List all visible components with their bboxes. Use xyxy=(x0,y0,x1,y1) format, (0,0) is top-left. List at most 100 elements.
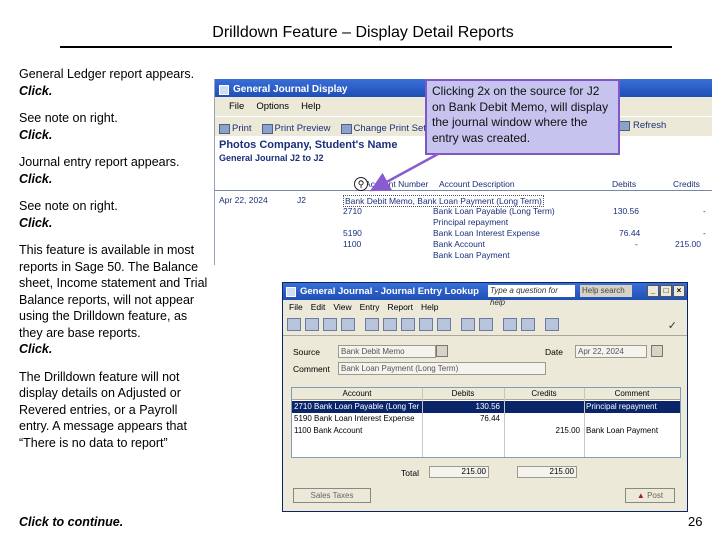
row-debit: - xyxy=(635,239,638,249)
list-icon[interactable] xyxy=(341,318,355,331)
note-1: General Ledger report appears. Click. xyxy=(19,66,209,99)
row-account-description: Bank Loan Interest Expense xyxy=(433,228,540,238)
journal-grid: Account Debits Credits Comment 2710 Bank… xyxy=(291,387,681,458)
grid-row[interactable]: 5190 Bank Loan Interest Expense 76.44 xyxy=(292,413,680,425)
grid-cell-debits: 130.56 xyxy=(475,402,500,411)
home-icon[interactable] xyxy=(287,318,301,331)
print-button[interactable]: Print xyxy=(219,121,252,136)
grid-cell-account: 5190 Bank Loan Interest Expense xyxy=(294,414,415,423)
journal-row: 5190 Bank Loan Interest Expense 76.44 - xyxy=(215,228,712,239)
grid-cell-credits: 215.00 xyxy=(555,426,580,435)
row-debit: 76.44 xyxy=(619,228,641,238)
gjl-titlebar: General Journal - Journal Entry Lookup T… xyxy=(283,283,687,307)
grid-cell-account: 1100 Bank Account xyxy=(294,426,363,435)
menu-edit[interactable]: Edit xyxy=(311,302,326,314)
row-account-description: Bank Loan Payable (Long Term) xyxy=(433,206,555,216)
note-icon[interactable] xyxy=(479,318,493,331)
maximize-icon[interactable]: □ xyxy=(660,285,672,297)
check-icon[interactable]: ✓ xyxy=(668,319,677,332)
instruction-notes: General Ledger report appears. Click. See… xyxy=(19,66,209,451)
menu-help[interactable]: Help xyxy=(421,302,438,314)
menu-entry[interactable]: Entry xyxy=(360,302,380,314)
print-preview-button[interactable]: Print Preview xyxy=(261,121,331,136)
note-2-click: Click. xyxy=(19,127,53,142)
source-label: Source xyxy=(293,347,320,357)
date-field[interactable]: Apr 22, 2024 xyxy=(575,345,647,358)
row-account-description: Principal repayment xyxy=(433,217,509,227)
source-lookup-icon[interactable] xyxy=(436,345,448,357)
header-debits: Debits xyxy=(612,179,637,189)
edit-icon[interactable] xyxy=(461,318,475,331)
minimize-icon[interactable]: _ xyxy=(647,285,659,297)
row-journal-number: J2 xyxy=(297,195,306,205)
reverse-icon[interactable] xyxy=(419,318,433,331)
note-6: The Drilldown feature will not display d… xyxy=(19,369,187,450)
journal-row: Bank Loan Payment xyxy=(215,250,712,261)
row-credit: - xyxy=(703,228,706,238)
menu-file[interactable]: File xyxy=(289,302,303,314)
note-2-text: See note on right. xyxy=(19,111,118,125)
journal-row: Apr 22, 2024 J2 Bank Debit Memo, Bank Lo… xyxy=(215,195,712,207)
previous-icon[interactable] xyxy=(503,318,517,331)
row-credit: - xyxy=(703,206,706,216)
close-icon[interactable]: × xyxy=(673,285,685,297)
row-debit: 130.56 xyxy=(613,206,639,216)
print-label: Print xyxy=(232,123,252,134)
post-label: Post xyxy=(647,491,664,500)
menu-report[interactable]: Report xyxy=(387,302,413,314)
preview-icon xyxy=(261,123,273,134)
menu-help[interactable]: Help xyxy=(301,101,321,116)
post-button[interactable]: ▲ Post xyxy=(625,488,675,503)
refresh-icon xyxy=(619,120,630,131)
grid-divider xyxy=(504,388,505,457)
report-company-name: Photos Company, Student's Name xyxy=(219,139,398,151)
menu-options[interactable]: Options xyxy=(256,101,289,116)
row-account-number: 2710 xyxy=(343,206,362,216)
click-to-continue[interactable]: Click to continue. xyxy=(19,515,123,529)
row-credit: 215.00 xyxy=(675,239,701,249)
header-account-number: Account Number xyxy=(365,179,429,189)
next-icon[interactable] xyxy=(521,318,535,331)
title-divider xyxy=(60,46,672,48)
gjl-toolbar xyxy=(283,314,687,336)
grid-row[interactable]: 2710 Bank Loan Payable (Long Ter 130.56 … xyxy=(292,401,680,413)
grid-header-comment: Comment xyxy=(614,389,650,398)
grid-cell-debits: 76.44 xyxy=(479,414,500,423)
menu-view[interactable]: View xyxy=(333,302,351,314)
refresh-icon[interactable] xyxy=(545,318,559,331)
journal-row: 1100 Bank Account - 215.00 xyxy=(215,239,712,250)
total-credits: 215.00 xyxy=(517,466,577,478)
grid-cell-comment: Principal repayment xyxy=(586,402,657,411)
report-header-row: Account Number Account Description Debit… xyxy=(215,178,712,191)
comment-field[interactable]: Bank Loan Payment (Long Term) xyxy=(338,362,546,375)
grid-row[interactable]: 1100 Bank Account 215.00 Bank Loan Payme… xyxy=(292,425,680,437)
total-debits: 215.00 xyxy=(429,466,489,478)
calculator-icon[interactable] xyxy=(305,318,319,331)
grid-header-account: Account xyxy=(342,389,372,398)
help-question-input[interactable]: Type a question for help xyxy=(488,285,575,307)
row-account-description: Bank Account xyxy=(433,239,485,249)
print-icon[interactable] xyxy=(383,318,397,331)
note-2: See note on right. Click. xyxy=(19,110,209,143)
calendar-icon[interactable] xyxy=(651,345,663,357)
settings-icon xyxy=(340,123,352,134)
window-icon xyxy=(219,84,229,95)
lookup-icon[interactable] xyxy=(437,318,451,331)
grid-divider xyxy=(422,388,423,457)
row-date: Apr 22, 2024 xyxy=(219,195,268,205)
undo-icon[interactable] xyxy=(365,318,379,331)
grid-divider xyxy=(584,388,585,457)
grid-header-credits: Credits xyxy=(531,389,557,398)
refresh-button[interactable]: Refresh xyxy=(619,120,666,131)
source-field[interactable]: Bank Debit Memo xyxy=(338,345,436,358)
note-5-click: Click. xyxy=(19,342,53,356)
header-account-description: Account Description xyxy=(439,179,515,189)
journal-row: 2710 Bank Loan Payable (Long Term) 130.5… xyxy=(215,206,712,217)
menu-file[interactable]: File xyxy=(229,101,244,116)
adjust-icon[interactable] xyxy=(401,318,415,331)
tree-icon[interactable] xyxy=(323,318,337,331)
help-search-box[interactable]: Help search xyxy=(580,285,632,297)
sales-taxes-button[interactable]: Sales Taxes xyxy=(293,488,371,503)
grid-header-debits: Debits xyxy=(451,389,475,398)
note-1-click: Click. xyxy=(19,83,53,98)
